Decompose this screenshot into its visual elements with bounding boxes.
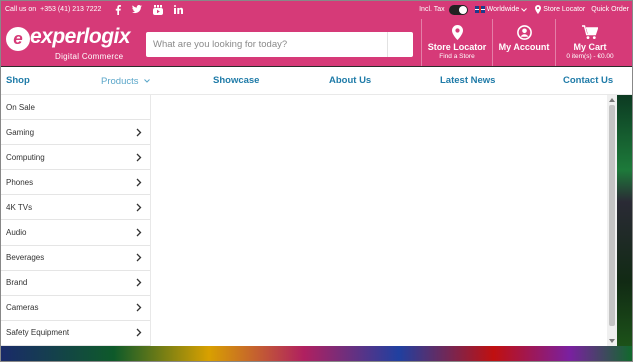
nav-contact-us[interactable]: Contact Us [563, 67, 613, 95]
my-account-button[interactable]: My Account [493, 19, 555, 66]
map-pin-icon [422, 25, 492, 41]
phone-link[interactable]: +353 (41) 213 7222 [40, 6, 101, 13]
chevron-right-icon [135, 328, 143, 337]
chevron-right-icon [135, 278, 143, 287]
menu-item-label: 4K TVs [6, 202, 33, 212]
background-image-bottom [0, 346, 633, 362]
experlogix-logo[interactable]: e experlogix Digital Commerce [6, 25, 136, 61]
top-utility-bar: Call us on +353 (41) 213 7222 Incl. Tax … [0, 0, 633, 19]
chevron-right-icon [135, 153, 143, 162]
search-box [146, 32, 413, 57]
menu-item-label: Beverages [6, 253, 45, 263]
region-selector[interactable]: Worldwide [487, 6, 520, 13]
scroll-up-arrow[interactable] [609, 98, 615, 102]
menu-item[interactable]: Audio [0, 220, 150, 246]
search-input[interactable] [146, 33, 382, 56]
menu-item-label: Computing [6, 152, 45, 162]
quick-order-link[interactable]: Quick Order [591, 6, 629, 13]
youtube-icon[interactable] [153, 4, 164, 15]
nav-products[interactable]: Products [101, 67, 150, 95]
menu-item-label: Audio [6, 228, 27, 238]
menu-item[interactable]: 4K TVs [0, 195, 150, 221]
nav-latest-news[interactable]: Latest News [440, 67, 495, 95]
menu-item[interactable]: Beverages [0, 246, 150, 271]
menu-item[interactable]: Computing [0, 145, 150, 171]
my-account-title: My Account [498, 42, 550, 52]
menu-item-label: Cameras [6, 303, 39, 313]
logo-wordmark: experlogix [30, 25, 131, 48]
nav-showcase[interactable]: Showcase [213, 67, 259, 95]
logo-subtitle: Digital Commerce [55, 52, 124, 61]
vertical-scrollbar[interactable] [607, 95, 617, 346]
cart-icon [556, 25, 624, 41]
chevron-right-icon [135, 203, 143, 212]
nav-about-us[interactable]: About Us [329, 67, 371, 95]
chevron-down-icon [521, 7, 528, 12]
background-image-right [617, 95, 633, 362]
chevron-right-icon [135, 178, 143, 187]
map-pin-icon [535, 5, 542, 14]
nav-shop[interactable]: Shop [6, 67, 30, 95]
menu-item[interactable]: Cameras [0, 296, 150, 321]
my-cart-button[interactable]: My Cart 0 item(s) - €0.00 [556, 19, 624, 66]
call-label: Call us on [5, 6, 37, 13]
menu-item[interactable]: Brand [0, 271, 150, 296]
menu-item[interactable]: Safety Equipment [0, 321, 150, 346]
scrollbar-thumb[interactable] [609, 105, 615, 326]
incl-tax-toggle[interactable] [448, 4, 468, 15]
menu-item-label: On Sale [6, 102, 35, 112]
content-area [151, 95, 607, 346]
logo-mark: e [6, 27, 30, 51]
user-icon [493, 25, 555, 41]
uk-flag-icon [474, 6, 485, 13]
menu-item-label: Gaming [6, 127, 35, 137]
chevron-right-icon [135, 228, 143, 237]
menu-item[interactable]: Phones [0, 170, 150, 196]
main-header: e experlogix Digital Commerce Store Loca… [0, 19, 633, 66]
products-menu: On Sale Gaming Computing Phones 4K TVs Audio B… [0, 95, 151, 346]
incl-tax-label: Incl. Tax [419, 6, 445, 13]
contact-group: Call us on +353 (41) 213 7222 [5, 0, 184, 19]
menu-item[interactable]: On Sale [0, 95, 150, 121]
cart-summary: 0 item(s) - €0.00 [566, 53, 614, 60]
main-nav: Shop Products Showcase About Us Latest N… [0, 66, 633, 95]
store-locator-button[interactable]: Store Locator Find a Store [422, 19, 492, 66]
linkedin-icon[interactable] [174, 5, 184, 14]
menu-item-label: Phones [6, 177, 34, 187]
store-locator-link[interactable]: Store Locator [543, 6, 585, 13]
chevron-down-icon [144, 67, 150, 95]
search-button[interactable] [387, 32, 413, 57]
chevron-right-icon [135, 253, 143, 262]
scroll-down-arrow[interactable] [609, 339, 615, 343]
chevron-right-icon [135, 128, 143, 137]
twitter-icon[interactable] [132, 5, 143, 14]
menu-item[interactable]: Gaming [0, 120, 150, 146]
my-cart-title: My Cart [573, 42, 607, 52]
store-locator-subtitle: Find a Store [439, 53, 475, 60]
store-locator-title: Store Locator [427, 42, 487, 52]
menu-item-label: Safety Equipment [6, 328, 70, 338]
social-links [115, 4, 184, 15]
menu-item-label: Brand [6, 278, 28, 288]
chevron-right-icon [135, 303, 143, 312]
nav-products-label: Products [101, 76, 139, 87]
facebook-icon[interactable] [115, 4, 122, 15]
utility-right: Incl. Tax Worldwide Store Locator Quick … [419, 0, 629, 19]
